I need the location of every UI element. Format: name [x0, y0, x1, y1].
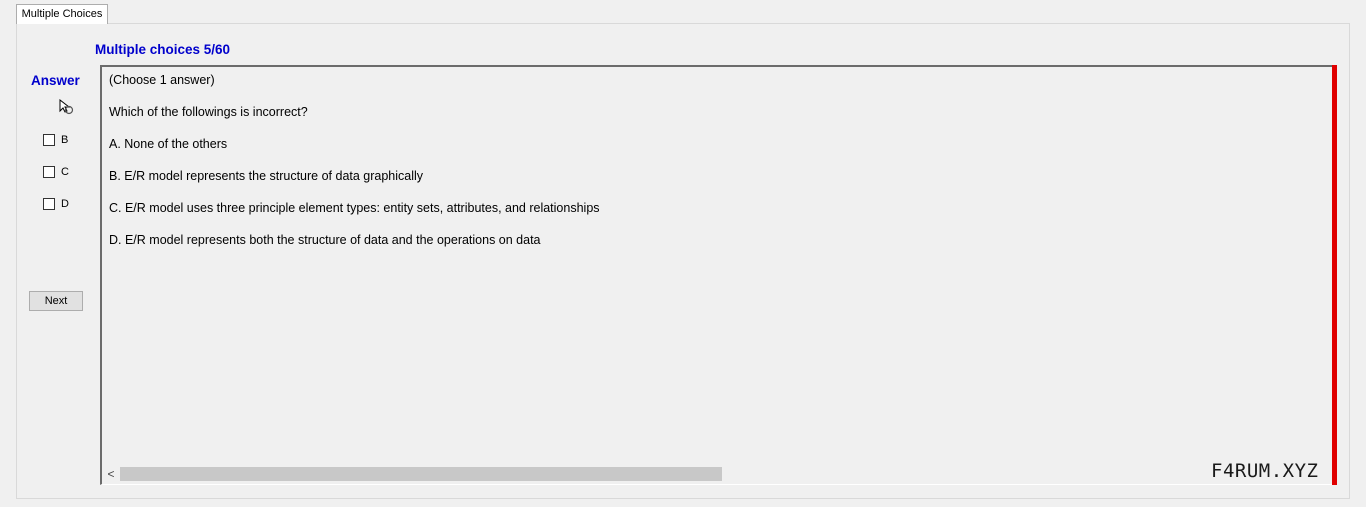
scroll-left-icon[interactable]: < — [104, 466, 118, 482]
question-counter: Multiple choices 5/60 — [95, 42, 231, 57]
checkbox-c[interactable] — [43, 166, 55, 178]
tab-multiple-choices[interactable]: Multiple Choices — [16, 4, 108, 24]
watermark: F4RUM.XYZ — [1211, 460, 1319, 482]
answer-option-b-label: B — [61, 134, 69, 146]
cursor-busy-icon — [58, 98, 74, 115]
next-button[interactable]: Next — [29, 291, 83, 311]
question-option-d: D. E/R model represents both the structu… — [109, 233, 541, 247]
answer-option-c-label: C — [61, 166, 69, 178]
answer-label: Answer — [31, 73, 80, 88]
answer-option-c[interactable]: C — [43, 164, 69, 180]
checkbox-d[interactable] — [43, 198, 55, 210]
checkbox-b[interactable] — [43, 134, 55, 146]
question-instruction: (Choose 1 answer) — [109, 73, 215, 87]
scrollbar-thumb[interactable] — [120, 467, 722, 481]
question-option-b: B. E/R model represents the structure of… — [109, 169, 424, 183]
answer-option-d[interactable]: D — [43, 196, 69, 212]
red-marker-bar — [1332, 65, 1337, 485]
horizontal-scrollbar[interactable]: < — [104, 466, 734, 482]
answer-option-b[interactable]: B — [43, 132, 68, 148]
question-option-c: C. E/R model uses three principle elemen… — [109, 201, 600, 215]
answer-option-d-label: D — [61, 198, 69, 210]
question-option-a: A. None of the others — [109, 137, 228, 151]
question-prompt: Which of the followings is incorrect? — [109, 105, 308, 119]
question-content-panel[interactable]: (Choose 1 answer) Which of the following… — [100, 65, 1334, 485]
